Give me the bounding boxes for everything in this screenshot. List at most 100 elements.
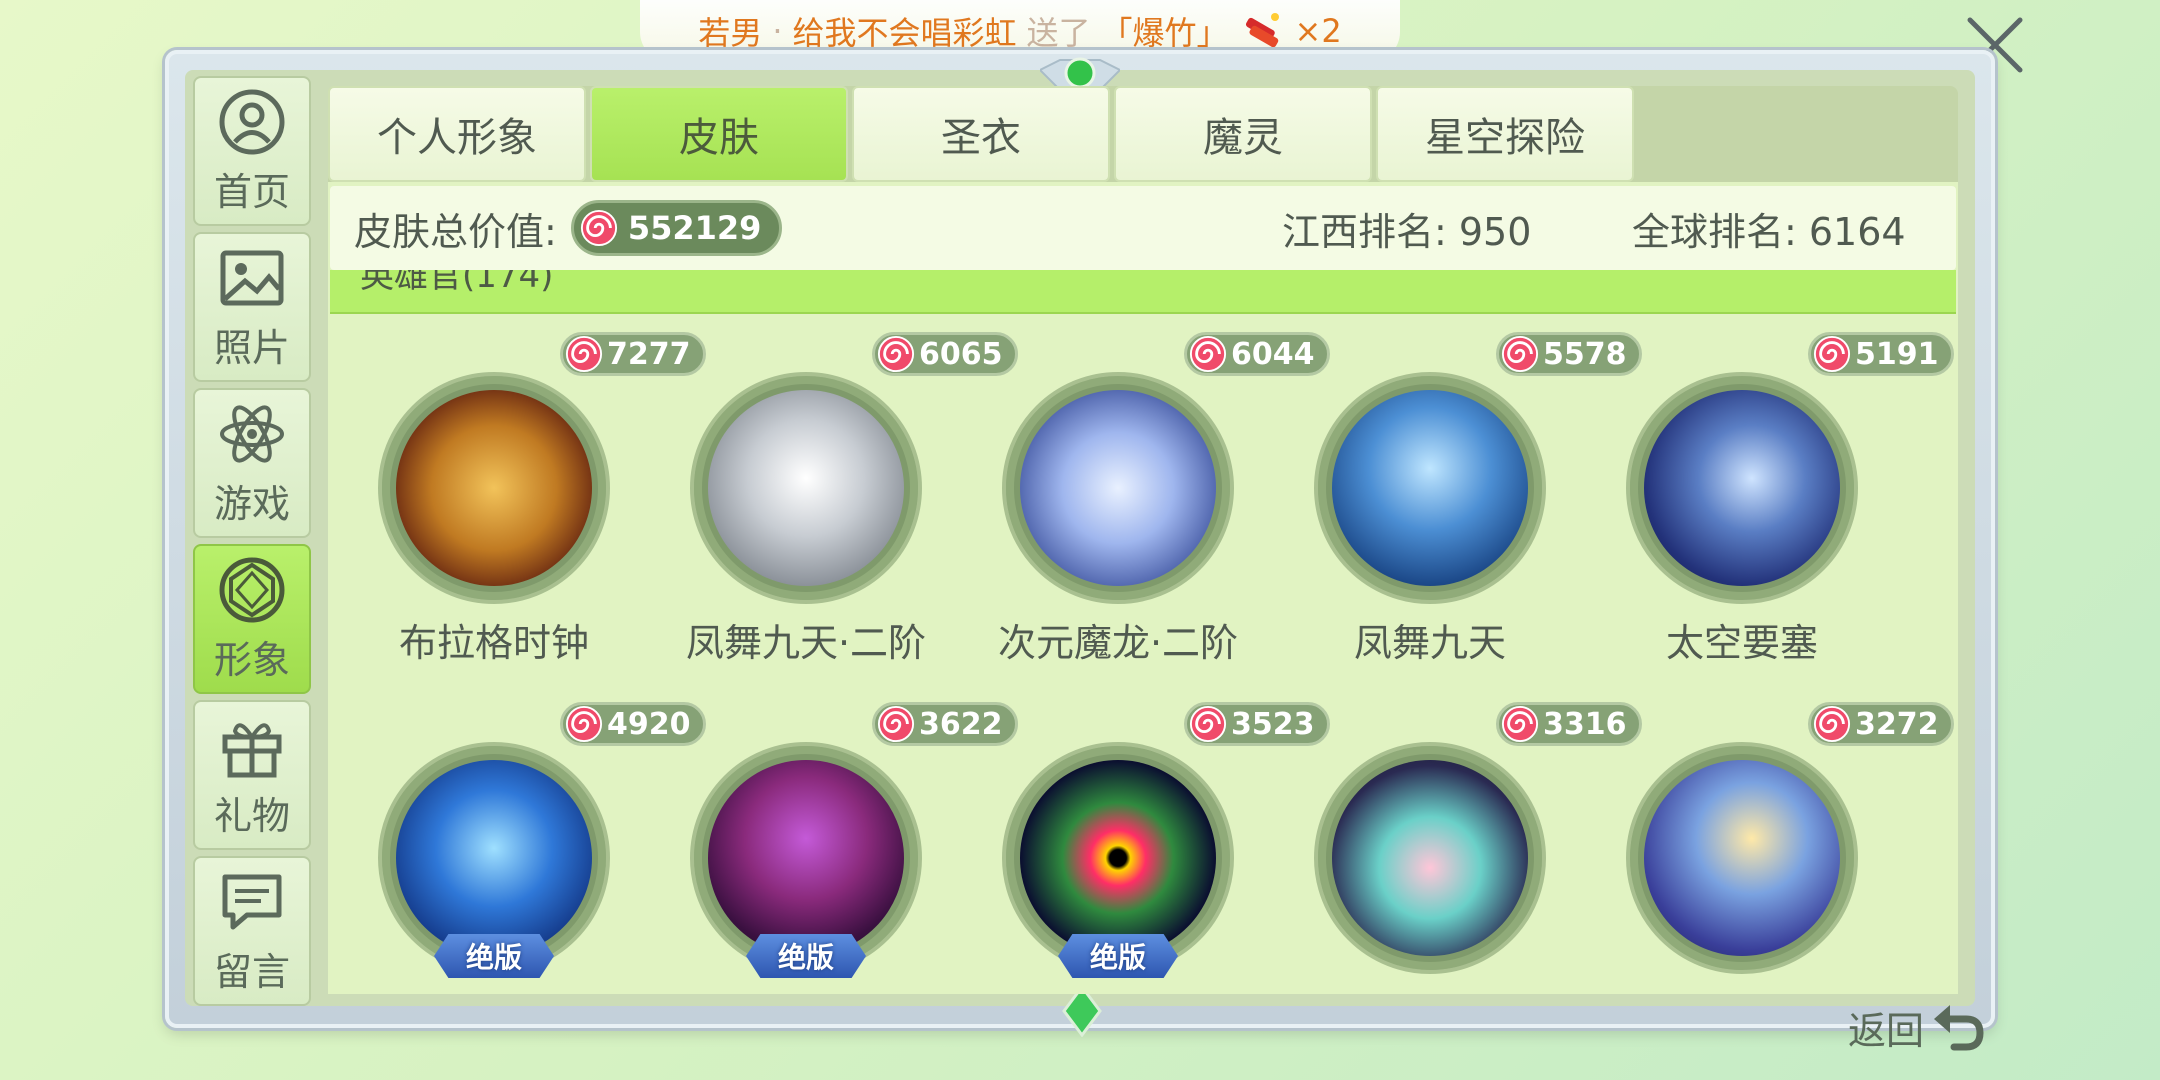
- gem-icon: [219, 557, 285, 622]
- skin-thumbnail: [708, 760, 904, 956]
- skin-stats-bar: 皮肤总价值: 552129 江西排名: 950 全球排名: 6164: [330, 186, 1956, 270]
- skin-thumbnail: [1332, 390, 1528, 586]
- limited-edition-badge: 绝版: [746, 934, 866, 978]
- gift-icon: [222, 722, 282, 777]
- total-value: 552129: [627, 209, 762, 247]
- skin-price-badge: 7277: [560, 332, 706, 376]
- category-label: 英雄官(174): [360, 270, 554, 296]
- skin-price: 6044: [1231, 336, 1315, 372]
- sidebar-item-games[interactable]: 游戏: [193, 388, 311, 538]
- skin-name: 布拉格时钟: [398, 621, 589, 665]
- banner-sender: 若男: [698, 14, 763, 52]
- skin-price: 4920: [607, 706, 691, 742]
- sidebar-item-label: 礼物: [213, 793, 290, 838]
- tab-star-exploration[interactable]: 星空探险: [1376, 86, 1634, 182]
- skin-price-badge: 3272: [1808, 702, 1954, 746]
- candy-icon: [1813, 335, 1851, 373]
- skin-grid: 7277 布拉格时钟 6065 凤舞九天·二阶 6044 次元魔龙·二阶 5578 凤舞九天 5…: [378, 332, 1954, 994]
- candy-icon: [1501, 335, 1539, 373]
- limited-edition-badge: 绝版: [434, 934, 554, 978]
- skin-card[interactable]: 3523 绝版: [1002, 702, 1330, 994]
- sidebar-item-home[interactable]: 首页: [193, 76, 311, 226]
- message-icon: [222, 874, 282, 929]
- skin-price-badge: 3622: [872, 702, 1018, 746]
- tab-skins[interactable]: 皮肤: [590, 86, 848, 182]
- skin-price-badge: 5191: [1808, 332, 1954, 376]
- candy-icon: [1189, 335, 1227, 373]
- skin-name: 太空要塞: [1665, 621, 1818, 665]
- back-button[interactable]: 返回: [1848, 992, 1986, 1062]
- sidebar-item-label: 首页: [213, 169, 290, 214]
- sidebar-item-gifts[interactable]: 礼物: [193, 700, 311, 850]
- candy-icon: [565, 335, 603, 373]
- candy-icon: [877, 705, 915, 743]
- sidebar-item-photos[interactable]: 照片: [193, 232, 311, 382]
- skin-card[interactable]: 6065 凤舞九天·二阶: [686, 332, 1018, 672]
- total-value-label: 皮肤总价值:: [354, 209, 557, 254]
- skin-thumbnail: [1644, 760, 1840, 956]
- tab-holy-cloth[interactable]: 圣衣: [852, 86, 1110, 182]
- skin-thumbnail: [396, 760, 592, 956]
- skin-price: 7277: [607, 336, 691, 372]
- return-arrow-icon: [1934, 1005, 1984, 1051]
- image-icon: [220, 250, 284, 305]
- skin-price: 3272: [1855, 706, 1939, 742]
- skin-price: 5191: [1855, 336, 1939, 372]
- skin-card[interactable]: 6044 次元魔龙·二阶: [998, 332, 1330, 672]
- skin-price-badge: 6044: [1184, 332, 1330, 376]
- skin-card[interactable]: 4920 绝版: [378, 702, 706, 994]
- skin-card[interactable]: 5191 太空要塞: [1626, 332, 1954, 672]
- skins-content: 皮肤总价值: 552129 江西排名: 950 全球排名: 6164 英雄官(1…: [328, 182, 1958, 994]
- skin-name: 次元魔龙·二阶: [997, 621, 1239, 665]
- category-header: 英雄官(174): [330, 270, 1956, 314]
- sidebar-item-messages[interactable]: 留言: [193, 856, 311, 1006]
- province-rank: 江西排名: 950: [1282, 209, 1532, 254]
- skin-thumbnail: [1020, 760, 1216, 956]
- skin-thumbnail: [1020, 390, 1216, 586]
- skin-price-badge: 3523: [1184, 702, 1330, 746]
- skin-name: 凤舞九天: [1353, 621, 1506, 665]
- skin-card[interactable]: 7277 布拉格时钟: [378, 332, 706, 672]
- candy-icon: [877, 335, 915, 373]
- skin-card[interactable]: 3622 绝版: [690, 702, 1018, 994]
- skin-thumbnail: [1332, 760, 1528, 956]
- limited-edition-badge: 绝版: [1058, 934, 1178, 978]
- skin-price: 6065: [919, 336, 1003, 372]
- candy-icon: [580, 209, 617, 247]
- skin-price: 5578: [1543, 336, 1627, 372]
- sidebar-nav: 首页 照片 游戏 形象 礼物 留言: [193, 76, 311, 1006]
- sidebar-item-label: 游戏: [213, 481, 290, 526]
- skin-price-badge: 5578: [1496, 332, 1642, 376]
- back-label: 返回: [1848, 1008, 1925, 1053]
- skin-card[interactable]: 5578 凤舞九天: [1314, 332, 1642, 672]
- skin-thumbnail: [396, 390, 592, 586]
- skin-card[interactable]: 3272: [1626, 702, 1954, 994]
- candy-icon: [565, 705, 603, 743]
- banner-message: 给我不会唱彩虹: [792, 14, 1017, 52]
- banner-gift-count: ×2: [1294, 12, 1342, 50]
- skin-price: 3316: [1543, 706, 1627, 742]
- skin-card[interactable]: 3316: [1314, 702, 1642, 994]
- skin-price: 3622: [919, 706, 1003, 742]
- skin-thumbnail: [1644, 390, 1840, 586]
- skin-name: 凤舞九天·二阶: [685, 621, 927, 665]
- sidebar-item-appearance[interactable]: 形象: [193, 544, 311, 694]
- skin-price-badge: 3316: [1496, 702, 1642, 746]
- tab-personal-image[interactable]: 个人形象: [328, 86, 586, 182]
- banner-separator: ·: [772, 12, 783, 50]
- sidebar-item-label: 留言: [213, 949, 290, 994]
- candy-icon: [1501, 705, 1539, 743]
- atom-icon: [220, 404, 284, 463]
- candy-icon: [1189, 705, 1227, 743]
- global-rank: 全球排名: 6164: [1632, 209, 1906, 254]
- sidebar-item-label: 形象: [213, 637, 290, 682]
- tab-spirits[interactable]: 魔灵: [1114, 86, 1372, 182]
- skin-thumbnail: [708, 390, 904, 586]
- skin-price-badge: 6065: [872, 332, 1018, 376]
- candy-icon: [1813, 705, 1851, 743]
- person-icon: [219, 89, 285, 154]
- firecracker-icon: [1239, 11, 1285, 51]
- skin-price-badge: 4920: [560, 702, 706, 746]
- total-value-badge: 552129: [570, 200, 783, 256]
- skin-price: 3523: [1231, 706, 1315, 742]
